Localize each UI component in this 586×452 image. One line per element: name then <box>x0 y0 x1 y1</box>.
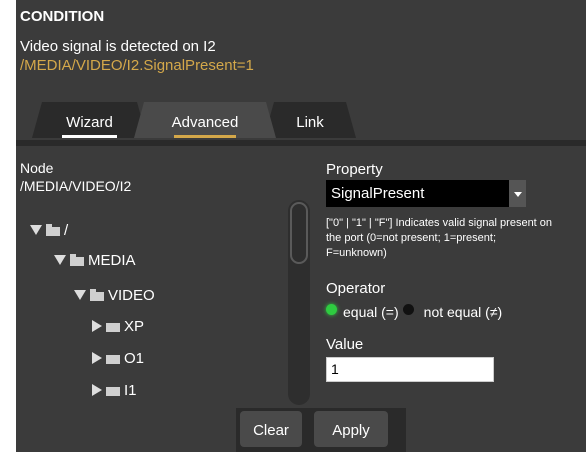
condition-description: Video signal is detected on I2 <box>20 38 216 55</box>
property-help-line: the port (0=not present; 1=present; <box>326 232 497 244</box>
radio-not-equal-label[interactable]: not equal (≠) <box>424 304 503 320</box>
tree-node-root[interactable]: / <box>30 220 68 240</box>
radio-equal[interactable] <box>326 303 337 315</box>
operator-radio-group: equal (=) not equal (≠) <box>326 303 503 320</box>
tree-node-label: XP <box>124 317 145 335</box>
expand-right-icon[interactable] <box>92 320 102 332</box>
chevron-down-icon[interactable] <box>509 180 526 207</box>
tab-advanced[interactable]: Advanced <box>134 102 276 138</box>
tree-node-label: VIDEO <box>108 286 155 304</box>
property-select[interactable]: SignalPresent <box>326 180 526 207</box>
expand-right-icon[interactable] <box>92 384 102 396</box>
tree-node-video[interactable]: VIDEO <box>74 285 155 305</box>
clear-button[interactable]: Clear <box>240 411 302 447</box>
tab-wizard-label: Wizard <box>66 114 113 131</box>
property-help: ["0" | "1" | "F"] Indicates valid signal… <box>326 216 586 261</box>
tree-node-label: MEDIA <box>88 251 136 269</box>
scrollbar-thumb[interactable] <box>290 202 308 264</box>
folder-icon <box>106 354 120 364</box>
tree-node-xp[interactable]: XP <box>92 316 144 336</box>
expand-down-icon[interactable] <box>54 255 66 265</box>
tree-node-media[interactable]: MEDIA <box>54 250 136 270</box>
folder-open-icon <box>70 253 84 266</box>
tab-advanced-label: Advanced <box>171 114 239 131</box>
tab-wizard[interactable]: Wizard <box>32 102 147 138</box>
folder-icon <box>106 322 120 332</box>
folder-open-icon <box>46 223 60 236</box>
operator-label: Operator <box>326 280 386 297</box>
property-selected-value: SignalPresent <box>331 185 425 202</box>
node-label: Node <box>20 160 54 176</box>
tab-divider <box>16 140 586 146</box>
value-label: Value <box>326 336 364 353</box>
apply-button[interactable]: Apply <box>314 411 388 447</box>
tree-node-o1[interactable]: O1 <box>92 348 144 368</box>
node-path: /MEDIA/VIDEO/I2 <box>20 178 132 194</box>
tree-node-label: I1 <box>124 381 137 399</box>
tab-link[interactable]: Link <box>264 102 356 138</box>
tree-scrollbar[interactable] <box>288 200 310 405</box>
tree-node-label: O1 <box>124 349 145 367</box>
property-help-line: F=unknown) <box>326 247 387 259</box>
radio-not-equal[interactable] <box>402 303 414 315</box>
tree-node-label: / <box>64 221 69 239</box>
value-input[interactable]: 1 <box>326 357 494 382</box>
expand-down-icon[interactable] <box>30 225 42 235</box>
folder-icon <box>106 386 120 396</box>
property-label: Property <box>326 161 383 178</box>
condition-expression: /MEDIA/VIDEO/I2.SignalPresent=1 <box>20 57 254 74</box>
condition-panel: CONDITION Video signal is detected on I2… <box>16 0 586 452</box>
tree-node-i1[interactable]: I1 <box>92 380 137 400</box>
expand-right-icon[interactable] <box>92 352 102 364</box>
property-help-line: ["0" | "1" | "F"] Indicates valid signal… <box>326 217 553 229</box>
tab-bar: Wizard Link Advanced <box>16 100 586 140</box>
folder-open-icon <box>90 288 104 301</box>
tab-active-underline <box>174 135 236 138</box>
radio-equal-label[interactable]: equal (=) <box>343 304 399 320</box>
tab-underline <box>62 135 117 138</box>
condition-title: CONDITION <box>20 8 105 25</box>
expand-down-icon[interactable] <box>74 290 86 300</box>
tab-link-label: Link <box>296 114 324 131</box>
